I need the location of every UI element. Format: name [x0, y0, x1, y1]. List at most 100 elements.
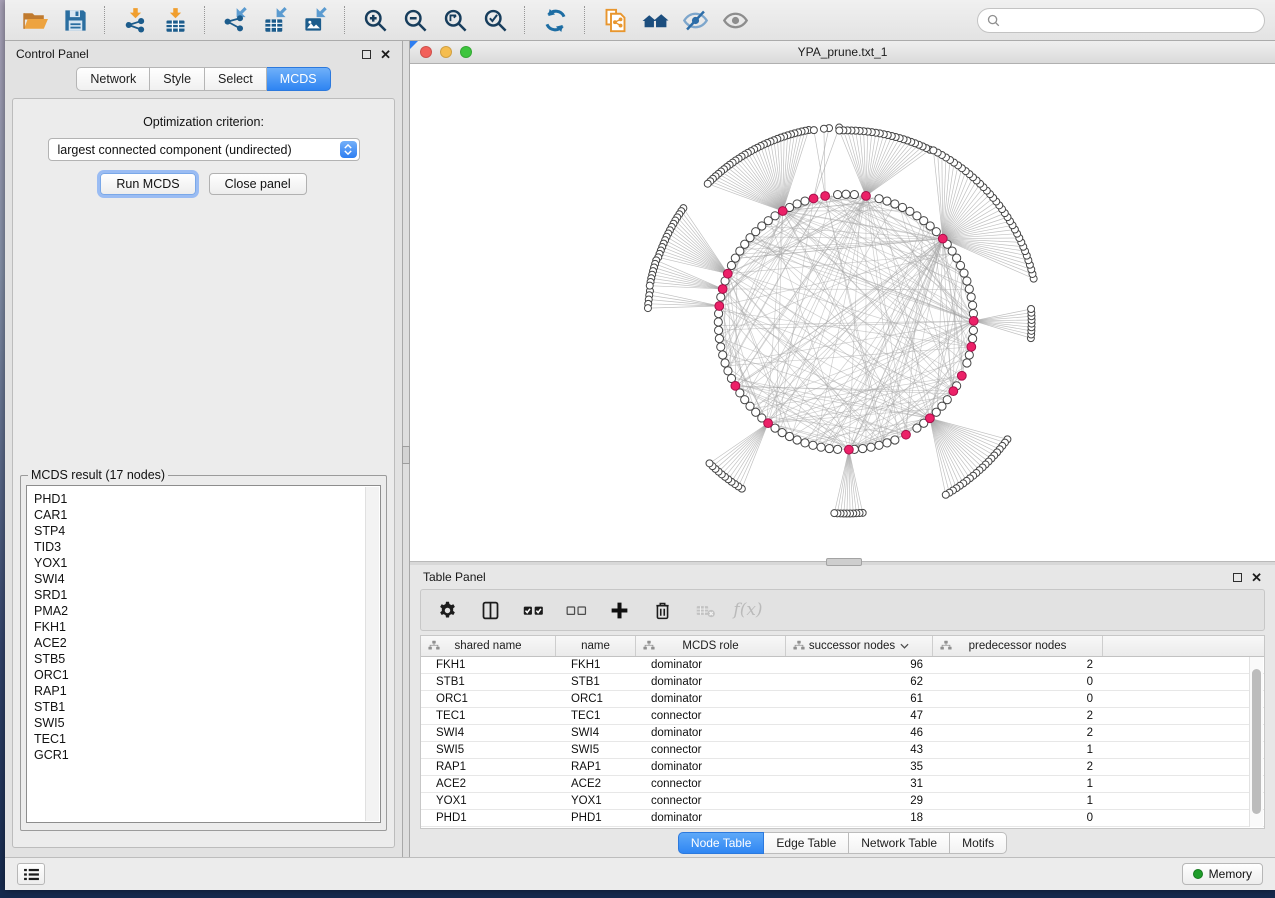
close-window-icon[interactable]: [420, 46, 432, 58]
table-row[interactable]: ACE2ACE2connector311: [421, 776, 1264, 793]
vertical-split-divider[interactable]: [402, 41, 410, 857]
mcds-result-item[interactable]: CAR1: [34, 507, 380, 523]
home-icon: [642, 7, 669, 34]
mcds-result-listbox[interactable]: PHD1CAR1STP4TID3YOX1SWI4SRD1PMA2FKH1ACE2…: [26, 485, 381, 823]
mcds-result-item[interactable]: SWI5: [34, 715, 380, 731]
mcds-result-item[interactable]: STP4: [34, 523, 380, 539]
mcds-result-item[interactable]: RAP1: [34, 683, 380, 699]
mcds-result-item[interactable]: TID3: [34, 539, 380, 555]
table-row[interactable]: YOX1YOX1connector291: [421, 793, 1264, 810]
function-builder-button[interactable]: f(x): [734, 596, 762, 624]
close-panel-button-mcds[interactable]: Close panel: [209, 173, 307, 195]
mcds-result-item[interactable]: PHD1: [34, 491, 380, 507]
delete-table-button[interactable]: [691, 596, 719, 624]
table-row[interactable]: RAP1RAP1dominator352: [421, 759, 1264, 776]
import-network-button[interactable]: [115, 3, 155, 37]
delete-column-button[interactable]: [648, 596, 676, 624]
column-header-mcds-role[interactable]: MCDS role: [636, 636, 786, 656]
divider-grip[interactable]: [402, 446, 410, 464]
mcds-result-scrollbar[interactable]: [365, 487, 379, 821]
home-button[interactable]: [635, 3, 675, 37]
network-view[interactable]: [410, 64, 1275, 561]
table-scrollbar-thumb[interactable]: [1252, 669, 1261, 814]
open-session-button[interactable]: [15, 3, 55, 37]
zoom-fit-button[interactable]: [435, 3, 475, 37]
export-network-button[interactable]: [215, 3, 255, 37]
deselect-all-icon: [566, 600, 587, 621]
zoom-in-button[interactable]: [355, 3, 395, 37]
tab-style[interactable]: Style: [150, 67, 205, 91]
table-row[interactable]: SWI4SWI4dominator462: [421, 725, 1264, 742]
export-table-icon: [262, 7, 289, 34]
select-all-button[interactable]: [519, 596, 547, 624]
close-panel-button[interactable]: ✕: [380, 48, 391, 61]
mcds-result-item[interactable]: ACE2: [34, 635, 380, 651]
table-row[interactable]: FKH1FKH1dominator962: [421, 657, 1264, 674]
tab-node-table[interactable]: Node Table: [678, 832, 765, 854]
add-column-icon: [609, 600, 630, 621]
table-row[interactable]: STB1STB1dominator620: [421, 674, 1264, 691]
deselect-all-button[interactable]: [562, 596, 590, 624]
hide-selected-button[interactable]: [675, 3, 715, 37]
save-session-button[interactable]: [55, 3, 95, 37]
import-table-button[interactable]: [155, 3, 195, 37]
tab-network[interactable]: Network: [76, 67, 150, 91]
maximize-window-icon[interactable]: [460, 46, 472, 58]
tab-network-table[interactable]: Network Table: [849, 832, 950, 854]
show-all-button[interactable]: [715, 3, 755, 37]
copy-network-button[interactable]: [595, 3, 635, 37]
mcds-result-list: PHD1CAR1STP4TID3YOX1SWI4SRD1PMA2FKH1ACE2…: [27, 486, 380, 763]
search-box[interactable]: [977, 8, 1265, 33]
column-header-shared-name[interactable]: shared name: [421, 636, 556, 656]
mcds-result-item[interactable]: SWI4: [34, 571, 380, 587]
refresh-button[interactable]: [535, 3, 575, 37]
mcds-result-item[interactable]: GCR1: [34, 747, 380, 763]
mcds-result-item[interactable]: SRD1: [34, 587, 380, 603]
horizontal-split-divider[interactable]: [410, 561, 1275, 565]
table-scrollbar[interactable]: [1249, 657, 1263, 827]
table-settings-button[interactable]: [433, 596, 461, 624]
table-row[interactable]: PHD1PHD1dominator180: [421, 810, 1264, 827]
tab-edge-table[interactable]: Edge Table: [764, 832, 849, 854]
zoom-out-button[interactable]: [395, 3, 435, 37]
mcds-result-group: MCDS result (17 nodes) PHD1CAR1STP4TID3Y…: [20, 468, 387, 831]
divider-grip[interactable]: [826, 558, 862, 566]
mcds-result-item[interactable]: FKH1: [34, 619, 380, 635]
table-row[interactable]: TEC1TEC1connector472: [421, 708, 1264, 725]
task-history-button[interactable]: [17, 863, 45, 885]
run-mcds-button[interactable]: Run MCDS: [100, 173, 195, 195]
close-table-panel-button[interactable]: ✕: [1251, 571, 1262, 584]
float-panel-button[interactable]: [362, 50, 371, 59]
cell-mcds-role: dominator: [636, 761, 786, 773]
mcds-result-item[interactable]: PMA2: [34, 603, 380, 619]
toggle-panels-icon: [480, 600, 501, 621]
add-column-button[interactable]: [605, 596, 633, 624]
column-header-predecessor-nodes[interactable]: predecessor nodes: [933, 636, 1103, 656]
tab-mcds[interactable]: MCDS: [267, 67, 331, 91]
search-input[interactable]: [1006, 12, 1255, 28]
mcds-result-item[interactable]: YOX1: [34, 555, 380, 571]
column-label: predecessor nodes: [969, 640, 1067, 652]
cell-successor-nodes: 47: [786, 710, 933, 722]
network-canvas[interactable]: [410, 64, 1275, 561]
table-row[interactable]: SWI5SWI5connector431: [421, 742, 1264, 759]
frame-corner-marker: [410, 41, 418, 49]
export-image-button[interactable]: [295, 3, 335, 37]
tab-motifs[interactable]: Motifs: [950, 832, 1007, 854]
memory-button[interactable]: Memory: [1182, 863, 1263, 885]
mcds-result-item[interactable]: ORC1: [34, 667, 380, 683]
mcds-result-item[interactable]: TEC1: [34, 731, 380, 747]
table-row[interactable]: ORC1ORC1dominator610: [421, 691, 1264, 708]
mcds-result-item[interactable]: STB1: [34, 699, 380, 715]
column-header-successor-nodes[interactable]: successor nodes: [786, 636, 933, 656]
export-table-button[interactable]: [255, 3, 295, 37]
zoom-selected-button[interactable]: [475, 3, 515, 37]
network-frame: YPA_prune.txt_1: [410, 41, 1275, 561]
tab-select[interactable]: Select: [205, 67, 267, 91]
optimization-criterion-select[interactable]: largest connected component (undirected): [48, 138, 360, 161]
toggle-panels-button[interactable]: [476, 596, 504, 624]
minimize-window-icon[interactable]: [440, 46, 452, 58]
mcds-result-item[interactable]: STB5: [34, 651, 380, 667]
float-table-panel-button[interactable]: [1233, 573, 1242, 582]
column-header-name[interactable]: name: [556, 636, 636, 656]
